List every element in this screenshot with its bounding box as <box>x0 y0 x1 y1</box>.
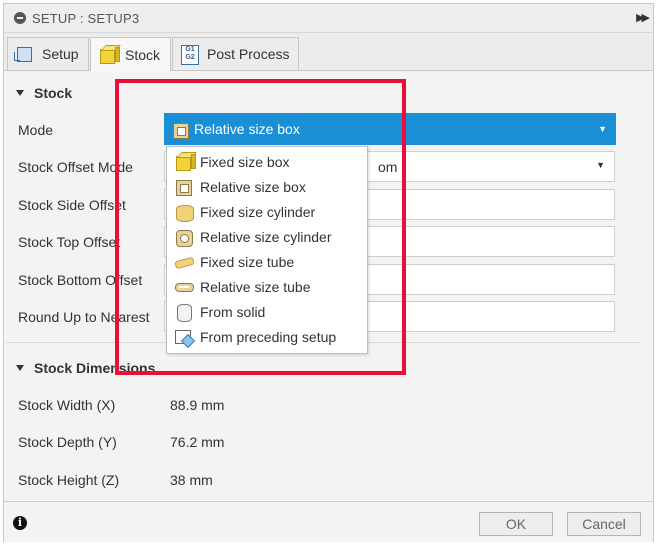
stock-depth-value: 76.2 mm <box>170 434 225 450</box>
stock-cube-icon <box>99 46 120 64</box>
tab-setup[interactable]: Setup <box>7 37 89 70</box>
info-icon[interactable]: i <box>13 516 27 530</box>
from-solid-icon <box>175 303 193 322</box>
option-label: Fixed size tube <box>200 253 295 270</box>
option-label: Relative size box <box>200 178 306 195</box>
option-label: From solid <box>200 303 266 320</box>
relative-size-tube-icon <box>175 278 194 296</box>
stock-width-label: Stock Width (X) <box>18 397 116 413</box>
setup-icon <box>14 45 34 63</box>
stock-section-title: Stock <box>34 85 73 101</box>
stock-side-offset-label: Stock Side Offset <box>18 197 126 213</box>
stock-dimensions-header[interactable]: Stock Dimensions <box>16 360 155 376</box>
title-bar[interactable]: SETUP : SETUP3 ▶▶ <box>4 4 653 33</box>
option-label: Relative size tube <box>200 278 311 295</box>
chevron-down-icon: ▼ <box>596 160 605 170</box>
mode-select-value: Relative size box <box>194 121 300 137</box>
tab-bar: Setup Stock G1 G2 Post Process <box>4 33 653 71</box>
stock-dimensions-title: Stock Dimensions <box>34 360 156 376</box>
mode-option-relative-size-box[interactable]: Relative size box <box>167 174 367 199</box>
mode-option-relative-size-cylinder[interactable]: Relative size cylinder <box>167 224 367 249</box>
tab-post-process-label: Post Process <box>207 46 290 62</box>
fixed-size-box-icon <box>175 153 196 171</box>
setup-dialog: SETUP : SETUP3 ▶▶ Setup Stock G1 G2 Post… <box>3 3 654 542</box>
option-label: From preceding setup <box>200 328 337 345</box>
from-preceding-setup-icon <box>175 328 193 346</box>
cancel-button[interactable]: Cancel <box>567 512 641 536</box>
tab-stock[interactable]: Stock <box>90 37 171 71</box>
dialog-title: SETUP : SETUP3 <box>32 10 140 26</box>
mode-option-fixed-size-cylinder[interactable]: Fixed size cylinder <box>167 199 367 224</box>
mode-dropdown-list: Fixed size box Relative size box Fixed s… <box>166 146 368 354</box>
mode-option-from-solid[interactable]: From solid <box>167 299 367 324</box>
option-label: Relative size cylinder <box>200 228 332 245</box>
stock-depth-label: Stock Depth (Y) <box>18 434 117 450</box>
mode-option-fixed-size-tube[interactable]: Fixed size tube <box>167 249 367 274</box>
option-label: Fixed size cylinder <box>200 203 316 220</box>
relative-size-box-icon <box>172 121 189 139</box>
mode-option-from-preceding-setup[interactable]: From preceding setup <box>167 324 367 349</box>
relative-size-cylinder-icon <box>175 228 193 247</box>
fixed-size-cylinder-icon <box>175 203 194 222</box>
double-chevron-right-icon[interactable]: ▶▶ <box>636 11 650 24</box>
chevron-down-icon: ▼ <box>598 124 607 134</box>
collapse-triangle-icon[interactable] <box>16 90 24 96</box>
mode-label: Mode <box>18 122 54 138</box>
minus-circle-icon[interactable] <box>14 12 26 24</box>
collapse-triangle-icon[interactable] <box>16 365 24 371</box>
stock-bottom-offset-label: Stock Bottom Offset <box>18 272 143 288</box>
stock-width-value: 88.9 mm <box>170 397 225 413</box>
stock-height-label: Stock Height (Z) <box>18 472 120 488</box>
option-label: Fixed size box <box>200 153 290 170</box>
stock-height-value: 38 mm <box>170 472 213 488</box>
relative-size-box-icon <box>175 178 193 196</box>
mode-option-relative-size-tube[interactable]: Relative size tube <box>167 274 367 299</box>
post-process-icon-text: G1 G2 <box>181 45 199 65</box>
post-process-icon: G1 G2 <box>181 45 199 65</box>
dialog-footer: i OK Cancel <box>4 501 653 542</box>
fixed-size-tube-icon <box>174 253 195 271</box>
stock-top-offset-label: Stock Top Offset <box>18 234 121 250</box>
tab-post-process[interactable]: G1 G2 Post Process <box>172 37 299 70</box>
tab-stock-label: Stock <box>125 46 161 63</box>
mode-select[interactable]: Relative size box ▼ <box>164 113 616 145</box>
stock-section-header[interactable]: Stock <box>16 85 72 101</box>
round-up-label: Round Up to Nearest <box>18 309 150 325</box>
ok-button[interactable]: OK <box>479 512 553 536</box>
mode-option-fixed-size-box[interactable]: Fixed size box <box>167 149 367 174</box>
stock-offset-mode-label: Stock Offset Mode <box>18 159 133 175</box>
tab-setup-label: Setup <box>42 46 79 62</box>
stock-offset-mode-value: om <box>378 159 398 175</box>
